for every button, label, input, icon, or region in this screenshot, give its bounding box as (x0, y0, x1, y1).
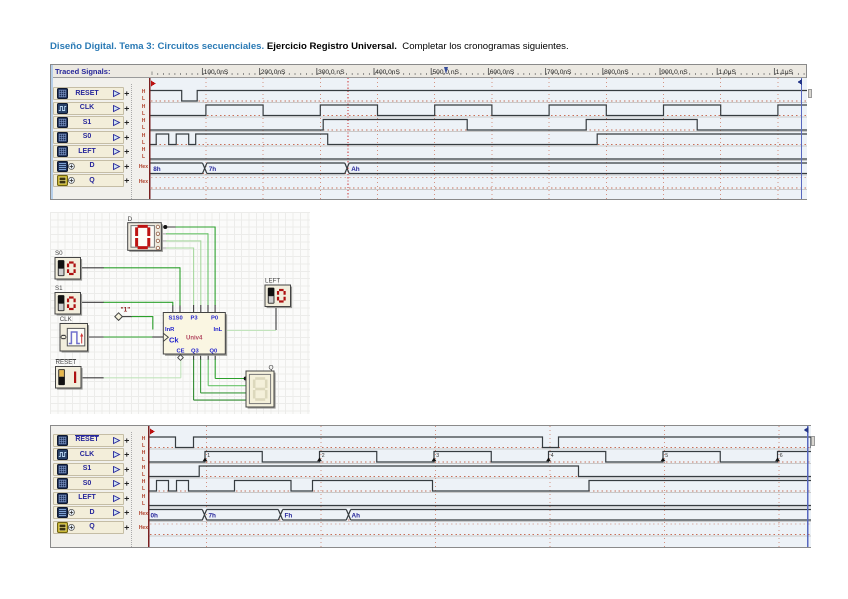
svg-text:Ck: Ck (169, 336, 179, 345)
svg-text:Q: Q (269, 365, 274, 372)
svg-text:7h: 7h (208, 512, 216, 519)
svg-text:800,0nS: 800,0nS (604, 69, 629, 76)
svg-text:LEFT: LEFT (265, 278, 280, 285)
svg-text:RESET: RESET (56, 359, 77, 366)
svg-text:CLK: CLK (60, 316, 73, 323)
svg-text:P0: P0 (211, 316, 218, 322)
svg-text:CE: CE (177, 348, 185, 354)
svg-text:Fh: Fh (284, 512, 292, 519)
svg-text:700,0nS: 700,0nS (547, 69, 572, 76)
svg-text:InL: InL (214, 327, 223, 333)
svg-text:"1": "1" (121, 307, 131, 314)
svg-text:6: 6 (779, 453, 782, 459)
svg-text:Q3: Q3 (191, 348, 200, 354)
svg-text:P3: P3 (191, 316, 199, 322)
svg-text:900,0 nS: 900,0 nS (661, 69, 688, 76)
svg-text:3: 3 (436, 453, 439, 459)
svg-text:S0: S0 (55, 250, 63, 257)
svg-text:4: 4 (550, 453, 553, 459)
svg-text:7h: 7h (208, 166, 216, 173)
svg-text:InR: InR (165, 327, 175, 333)
svg-text:300,0 nS: 300,0 nS (318, 69, 345, 76)
svg-text:400,0nS: 400,0nS (375, 69, 400, 76)
svg-text:Univ4: Univ4 (186, 336, 203, 342)
svg-text:1,1µS: 1,1µS (775, 69, 793, 76)
svg-text:S1: S1 (55, 285, 63, 292)
svg-text:S1S0: S1S0 (169, 316, 183, 322)
svg-text:1: 1 (207, 453, 210, 459)
svg-text:100,0nS: 100,0nS (203, 69, 228, 76)
svg-text:2: 2 (321, 453, 324, 459)
svg-text:Ah: Ah (351, 166, 360, 173)
svg-text:1,0µS: 1,0µS (718, 69, 736, 76)
svg-text:0h: 0h (150, 512, 158, 519)
svg-text:Q0: Q0 (210, 348, 218, 354)
svg-text:8h: 8h (153, 166, 161, 173)
svg-text:Ah: Ah (351, 512, 360, 519)
svg-text:5: 5 (665, 453, 668, 459)
svg-text:600,0nS: 600,0nS (489, 69, 514, 76)
svg-text:200,0nS: 200,0nS (261, 69, 286, 76)
svg-text:D: D (128, 216, 133, 223)
